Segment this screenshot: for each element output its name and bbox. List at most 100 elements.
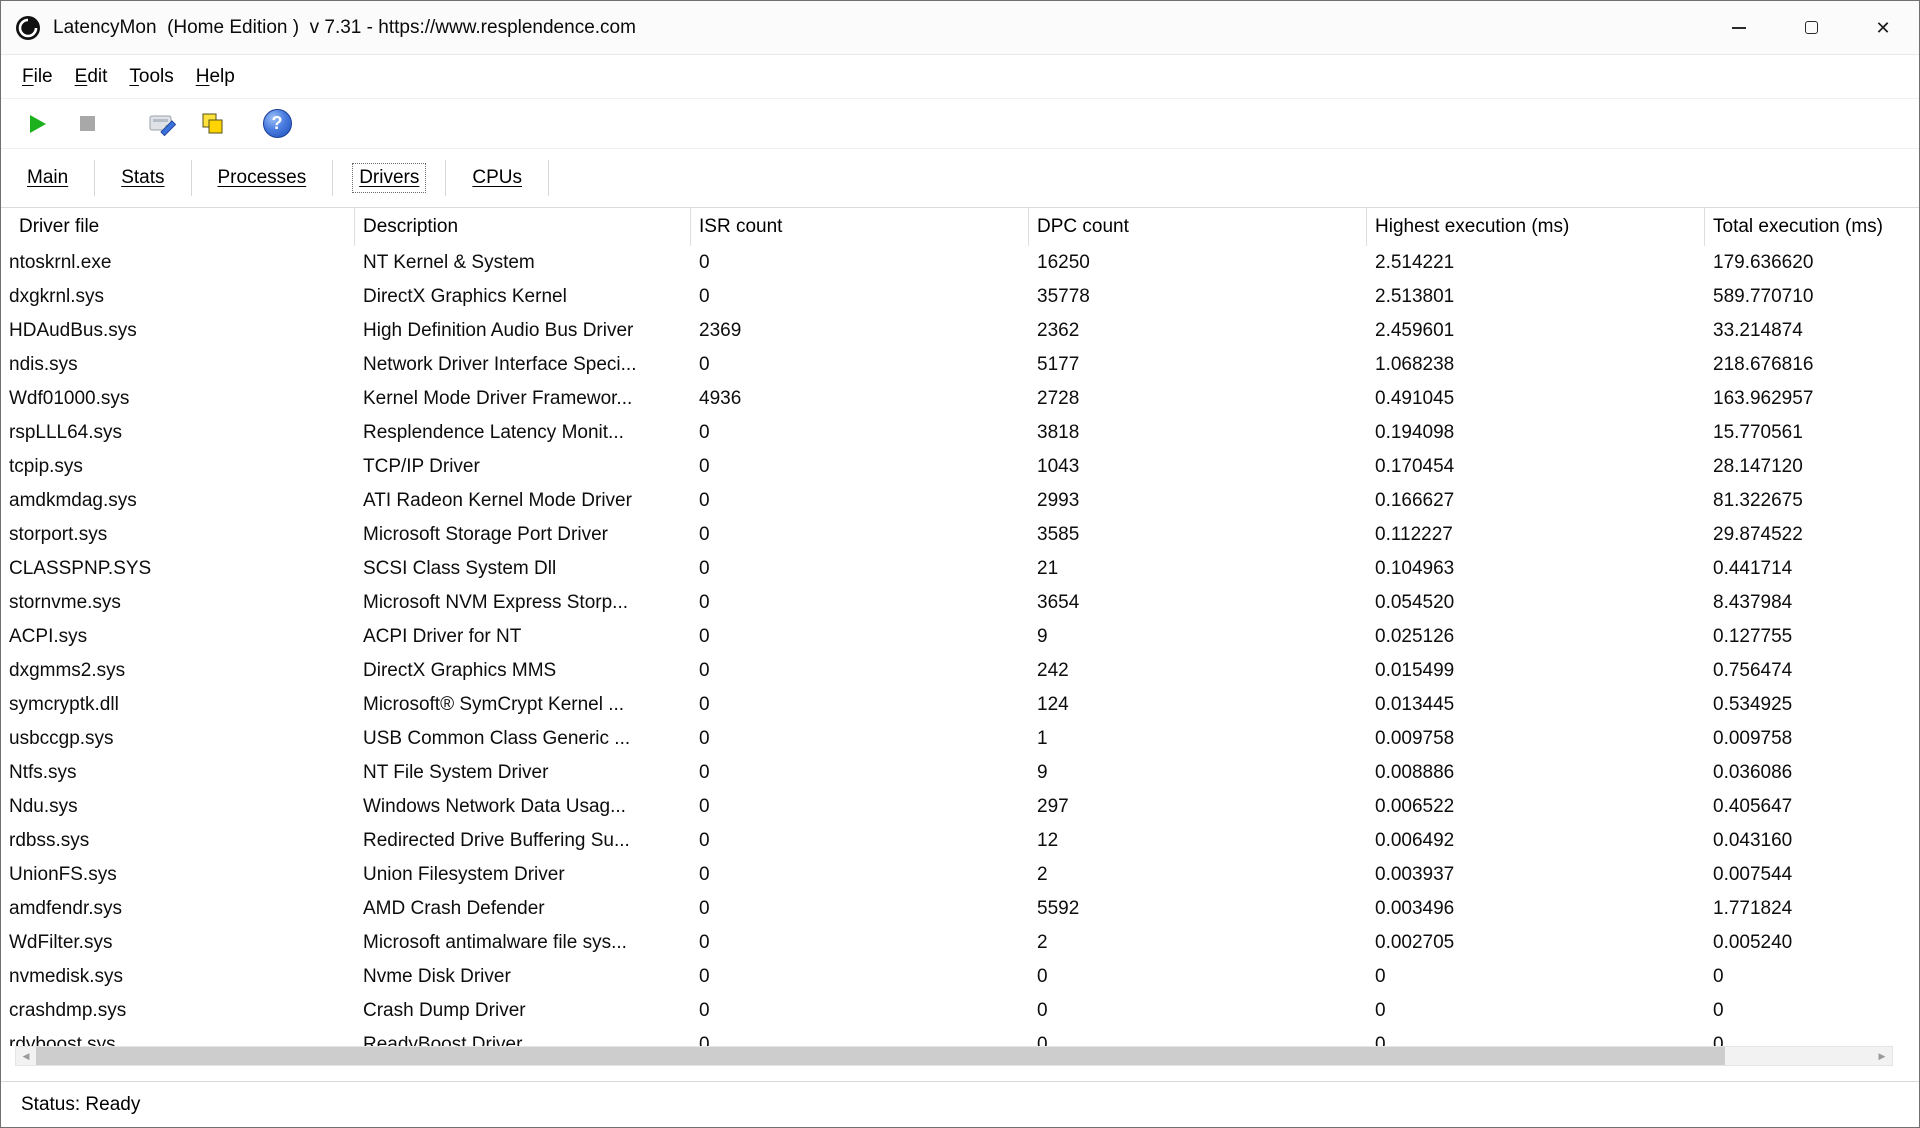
cell: High Definition Audio Bus Driver xyxy=(355,314,691,348)
cell: 218.676816 xyxy=(1705,348,1919,382)
help-button[interactable]: ? xyxy=(257,104,297,144)
cell: 0 xyxy=(691,280,1029,314)
table-row[interactable]: Ndu.sysWindows Network Data Usag...02970… xyxy=(1,790,1919,824)
cell: 0 xyxy=(1705,994,1919,1028)
cell: 5177 xyxy=(1029,348,1367,382)
table-row[interactable]: dxgmms2.sysDirectX Graphics MMS02420.015… xyxy=(1,654,1919,688)
cell: 2362 xyxy=(1029,314,1367,348)
cell: 0 xyxy=(691,790,1029,824)
cell: 81.322675 xyxy=(1705,484,1919,518)
cell: 0 xyxy=(1705,960,1919,994)
stop-monitor-button[interactable] xyxy=(67,104,107,144)
scroll-right-arrow[interactable]: ▶ xyxy=(1872,1047,1892,1065)
table-row[interactable]: nvmedisk.sysNvme Disk Driver0000 xyxy=(1,960,1919,994)
horizontal-scrollbar[interactable]: ◀ ▶ xyxy=(15,1046,1893,1066)
table-row[interactable]: ndis.sysNetwork Driver Interface Speci..… xyxy=(1,348,1919,382)
table-row[interactable]: crashdmp.sysCrash Dump Driver0000 xyxy=(1,994,1919,1028)
cell: 0.003496 xyxy=(1367,892,1705,926)
status-bar: Status: Ready xyxy=(1,1081,1919,1127)
cell: 0 xyxy=(1367,994,1705,1028)
toolbar: ? xyxy=(1,99,1919,149)
table-row[interactable]: dxgkrnl.sysDirectX Graphics Kernel035778… xyxy=(1,280,1919,314)
table-row[interactable]: rdyboost.sysReadyBoost Driver0000 xyxy=(1,1028,1919,1046)
tab-label: Stats xyxy=(115,164,170,192)
close-button[interactable]: ✕ xyxy=(1847,1,1919,54)
table-row[interactable]: ntoskrnl.exeNT Kernel & System0162502.51… xyxy=(1,246,1919,280)
cell: 0 xyxy=(691,926,1029,960)
play-icon xyxy=(26,113,48,135)
table-row[interactable]: usbccgp.sysUSB Common Class Generic ...0… xyxy=(1,722,1919,756)
cell: 0.015499 xyxy=(1367,654,1705,688)
table-row[interactable]: storport.sysMicrosoft Storage Port Drive… xyxy=(1,518,1919,552)
table-row[interactable]: stornvme.sysMicrosoft NVM Express Storp.… xyxy=(1,586,1919,620)
scroll-left-arrow[interactable]: ◀ xyxy=(16,1047,36,1065)
tab-drivers[interactable]: Drivers xyxy=(333,160,446,196)
table-row[interactable]: CLASSPNP.SYSSCSI Class System Dll0210.10… xyxy=(1,552,1919,586)
save-report-button[interactable] xyxy=(143,104,183,144)
table-row[interactable]: Ntfs.sysNT File System Driver090.0088860… xyxy=(1,756,1919,790)
tab-cpus[interactable]: CPUs xyxy=(446,160,549,196)
cell: ATI Radeon Kernel Mode Driver xyxy=(355,484,691,518)
table-row[interactable]: amdfendr.sysAMD Crash Defender055920.003… xyxy=(1,892,1919,926)
cell: amdkmdag.sys xyxy=(1,484,355,518)
cell: 0.441714 xyxy=(1705,552,1919,586)
cell: 0.009758 xyxy=(1705,722,1919,756)
tab-stats[interactable]: Stats xyxy=(95,160,191,196)
column-header-0[interactable]: Driver file xyxy=(1,208,355,246)
table-row[interactable]: UnionFS.sysUnion Filesystem Driver020.00… xyxy=(1,858,1919,892)
column-header-4[interactable]: Highest execution (ms) xyxy=(1367,208,1705,246)
cell: Kernel Mode Driver Framewor... xyxy=(355,382,691,416)
minimize-button[interactable] xyxy=(1703,1,1775,54)
tab-processes[interactable]: Processes xyxy=(192,160,334,196)
copy-report-button[interactable] xyxy=(193,104,233,144)
cell: 2993 xyxy=(1029,484,1367,518)
menu-item-file[interactable]: File xyxy=(11,66,64,88)
cell: 3585 xyxy=(1029,518,1367,552)
cell: 0 xyxy=(1029,994,1367,1028)
cell: USB Common Class Generic ... xyxy=(355,722,691,756)
table-row[interactable]: symcryptk.dllMicrosoft® SymCrypt Kernel … xyxy=(1,688,1919,722)
cell: ReadyBoost Driver xyxy=(355,1028,691,1046)
cell: rdbss.sys xyxy=(1,824,355,858)
menu-item-tools[interactable]: Tools xyxy=(118,66,184,88)
start-monitor-button[interactable] xyxy=(17,104,57,144)
close-icon: ✕ xyxy=(1875,19,1890,37)
window-title: LatencyMon (Home Edition ) v 7.31 - http… xyxy=(53,17,636,39)
cell: 0.009758 xyxy=(1367,722,1705,756)
column-header-3[interactable]: DPC count xyxy=(1029,208,1367,246)
scrollbar-thumb[interactable] xyxy=(36,1047,1725,1065)
cell: 0 xyxy=(691,824,1029,858)
menu-item-edit[interactable]: Edit xyxy=(64,66,119,88)
cell: 0.043160 xyxy=(1705,824,1919,858)
column-header-5[interactable]: Total execution (ms) xyxy=(1705,208,1919,246)
cell: 297 xyxy=(1029,790,1367,824)
cell: 0 xyxy=(691,348,1029,382)
cell: 9 xyxy=(1029,620,1367,654)
cell: storport.sys xyxy=(1,518,355,552)
drivers-table: Driver fileDescriptionISR countDPC count… xyxy=(1,207,1919,1066)
column-header-2[interactable]: ISR count xyxy=(691,208,1029,246)
cell: 0 xyxy=(691,246,1029,280)
cell: 0.013445 xyxy=(1367,688,1705,722)
table-row[interactable]: amdkmdag.sysATI Radeon Kernel Mode Drive… xyxy=(1,484,1919,518)
cell: 0.405647 xyxy=(1705,790,1919,824)
cell: 0.534925 xyxy=(1705,688,1919,722)
maximize-button[interactable] xyxy=(1775,1,1847,54)
cell: 0.006522 xyxy=(1367,790,1705,824)
table-row[interactable]: tcpip.sysTCP/IP Driver010430.17045428.14… xyxy=(1,450,1919,484)
cell: 0.003937 xyxy=(1367,858,1705,892)
cell: Microsoft NVM Express Storp... xyxy=(355,586,691,620)
table-row[interactable]: Wdf01000.sysKernel Mode Driver Framewor.… xyxy=(1,382,1919,416)
column-header-1[interactable]: Description xyxy=(355,208,691,246)
table-row[interactable]: rspLLL64.sysResplendence Latency Monit..… xyxy=(1,416,1919,450)
cell: Wdf01000.sys xyxy=(1,382,355,416)
table-row[interactable]: HDAudBus.sysHigh Definition Audio Bus Dr… xyxy=(1,314,1919,348)
cell: 0.005240 xyxy=(1705,926,1919,960)
tab-main[interactable]: Main xyxy=(1,160,95,196)
cell: 0.007544 xyxy=(1705,858,1919,892)
table-row[interactable]: WdFilter.sysMicrosoft antimalware file s… xyxy=(1,926,1919,960)
menu-item-help[interactable]: Help xyxy=(185,66,246,88)
table-row[interactable]: ACPI.sysACPI Driver for NT090.0251260.12… xyxy=(1,620,1919,654)
scrollbar-track[interactable] xyxy=(36,1047,1872,1065)
table-row[interactable]: rdbss.sysRedirected Drive Buffering Su..… xyxy=(1,824,1919,858)
